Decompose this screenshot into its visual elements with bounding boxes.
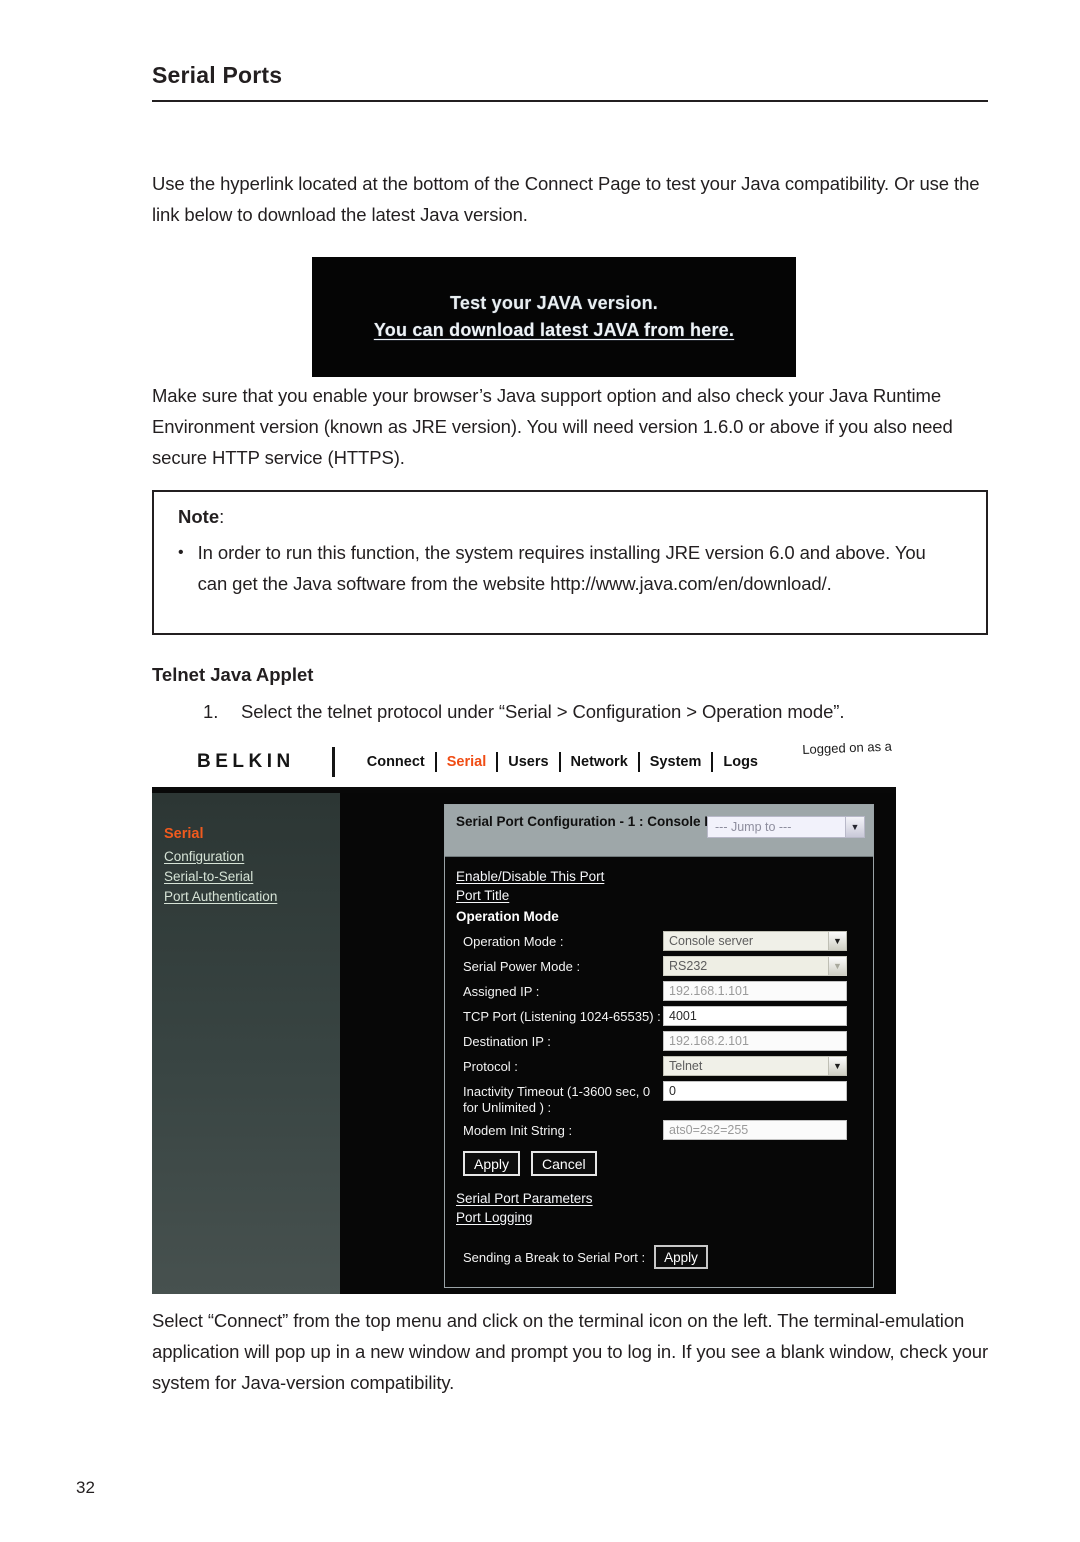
jump-to-value: --- Jump to ---: [715, 820, 792, 834]
assigned-ip-value: 192.168.1.101: [669, 984, 749, 998]
nav-item-connect[interactable]: Connect: [357, 754, 435, 770]
destination-ip-input[interactable]: 192.168.2.101: [663, 1031, 847, 1051]
nav-item-system[interactable]: System: [640, 754, 712, 770]
card-bottom-links: Serial Port Parameters Port Logging: [456, 1189, 873, 1227]
main-nav: Connect Serial Users Network System Logs: [357, 751, 768, 772]
sidebar-item-configuration[interactable]: Configuration: [164, 847, 340, 867]
destination-ip-value: 192.168.2.101: [669, 1034, 749, 1048]
note-label-colon: :: [219, 506, 225, 527]
chevron-down-icon: ▼: [828, 932, 846, 950]
note-label: Note:: [178, 506, 224, 528]
modem-init-string-value: ats0=2s2=255: [669, 1123, 749, 1137]
chevron-down-icon: ▼: [828, 1057, 846, 1075]
jump-to-select[interactable]: --- Jump to --- ▼: [707, 816, 865, 838]
nav-item-network[interactable]: Network: [561, 754, 638, 770]
label-inactivity-timeout: Inactivity Timeout (1-3600 sec, 0 for Un…: [463, 1084, 651, 1115]
assigned-ip-input[interactable]: 192.168.1.101: [663, 981, 847, 1001]
belkin-web-ui-screenshot: BELKIN Connect Serial Users Network Syst…: [152, 736, 896, 1294]
label-assigned-ip: Assigned IP :: [463, 984, 540, 999]
belkin-logo: BELKIN: [197, 750, 295, 772]
sidebar-title: Serial: [164, 826, 204, 842]
nav-item-logs[interactable]: Logs: [713, 754, 768, 770]
numbered-step: 1. Select the telnet protocol under “Ser…: [203, 697, 993, 726]
bullet-icon: •: [178, 544, 184, 561]
tcp-port-value: 4001: [669, 1009, 697, 1023]
form-row-inactivity-timeout: Inactivity Timeout (1-3600 sec, 0 for Un…: [463, 1081, 861, 1116]
label-tcp-port: TCP Port (Listening 1024-65535) :: [463, 1009, 661, 1024]
header-divider: [152, 100, 988, 102]
serial-power-mode-value: RS232: [669, 959, 708, 973]
serial-port-config-card: Serial Port Configuration - 1 : Console …: [444, 804, 874, 1288]
java-version-banner: Test your JAVA version. You can download…: [312, 257, 796, 377]
form-row-modem-init-string: Modem Init String : ats0=2s2=255: [463, 1120, 861, 1141]
apply-button[interactable]: Apply: [463, 1151, 521, 1176]
send-break-apply-button[interactable]: Apply: [654, 1245, 708, 1269]
protocol-value: Telnet: [669, 1059, 703, 1073]
card-header: Serial Port Configuration - 1 : Console …: [445, 805, 873, 857]
protocol-select[interactable]: Telnet ▼: [663, 1056, 847, 1076]
operation-mode-select[interactable]: Console server ▼: [663, 931, 847, 951]
label-sending-break: Sending a Break to Serial Port :: [463, 1249, 646, 1265]
operation-mode-section-label: Operation Mode: [456, 909, 559, 924]
cancel-button[interactable]: Cancel: [531, 1151, 597, 1176]
note-bullet-text: In order to run this function, the syste…: [197, 542, 926, 594]
tcp-port-input[interactable]: 4001: [663, 1006, 847, 1026]
label-serial-power-mode: Serial Power Mode :: [463, 959, 581, 974]
nav-item-users[interactable]: Users: [498, 754, 558, 770]
form-row-protocol: Protocol : Telnet ▼: [463, 1056, 861, 1077]
operation-mode-value: Console server: [669, 934, 754, 948]
form-row-operation-mode: Operation Mode : Console server ▼: [463, 931, 861, 952]
note-label-text: Note: [178, 506, 220, 527]
chevron-down-icon: ▼: [845, 817, 864, 837]
operation-mode-form: Operation Mode : Console server ▼ Serial…: [463, 931, 861, 1141]
form-row-tcp-port: TCP Port (Listening 1024-65535) : 4001: [463, 1006, 861, 1027]
sidebar-item-port-authentication[interactable]: Port Authentication: [164, 887, 340, 907]
sidebar-item-serial-to-serial[interactable]: Serial-to-Serial: [164, 867, 340, 887]
jre-requirements-paragraph: Make sure that you enable your browser’s…: [152, 385, 953, 468]
inactivity-timeout-value: 0: [669, 1084, 676, 1098]
link-port-logging[interactable]: Port Logging: [456, 1208, 873, 1227]
step-text: Select the telnet protocol under “Serial…: [241, 701, 845, 722]
java-download-link[interactable]: You can download latest JAVA from here.: [374, 320, 734, 341]
note-box: Note: • In order to run this function, t…: [152, 490, 988, 635]
form-actions: Apply Cancel: [463, 1151, 873, 1176]
java-banner-heading: Test your JAVA version.: [450, 293, 658, 313]
closing-paragraph: Select “Connect” from the top menu and c…: [152, 1310, 989, 1393]
subsection-title: Telnet Java Applet: [152, 664, 314, 685]
form-row-assigned-ip: Assigned IP : 192.168.1.101: [463, 981, 861, 1002]
card-title: Serial Port Configuration - 1 : Console …: [456, 814, 743, 829]
form-row-serial-power-mode: Serial Power Mode : RS232 ▼: [463, 956, 861, 977]
link-serial-port-parameters[interactable]: Serial Port Parameters: [456, 1189, 873, 1208]
intro-paragraph: Use the hyperlink located at the bottom …: [152, 173, 980, 225]
send-break-row: Sending a Break to Serial Port : Apply: [463, 1245, 873, 1269]
link-enable-disable-port[interactable]: Enable/Disable This Port: [456, 867, 873, 886]
card-body: Enable/Disable This Port Port Title Oper…: [445, 857, 873, 1287]
nav-item-serial[interactable]: Serial: [437, 754, 497, 770]
app-topbar: BELKIN Connect Serial Users Network Syst…: [152, 736, 896, 790]
serial-power-mode-select: RS232 ▼: [663, 956, 847, 976]
logged-on-status: Logged on as a: [802, 738, 893, 757]
step-number: 1.: [203, 701, 219, 722]
label-modem-init-string: Modem Init String :: [463, 1123, 573, 1138]
chevron-down-icon: ▼: [828, 957, 846, 975]
app-main-content: Serial Port Configuration - 1 : Console …: [340, 793, 896, 1294]
label-protocol: Protocol :: [463, 1059, 518, 1074]
page-number: 32: [76, 1478, 95, 1497]
page-header: Serial Ports: [152, 62, 988, 102]
logo-divider: [331, 746, 335, 777]
modem-init-string-input[interactable]: ats0=2s2=255: [663, 1120, 847, 1140]
page-title: Serial Ports: [152, 62, 283, 88]
link-port-title[interactable]: Port Title: [456, 886, 873, 905]
app-sidebar: Serial Configuration Serial-to-Serial Po…: [152, 793, 340, 1294]
inactivity-timeout-input[interactable]: 0: [663, 1081, 847, 1101]
label-operation-mode: Operation Mode :: [463, 934, 564, 949]
form-row-destination-ip: Destination IP : 192.168.2.101: [463, 1031, 861, 1052]
note-bullet-item: • In order to run this function, the sys…: [178, 537, 968, 599]
label-destination-ip: Destination IP :: [463, 1034, 551, 1049]
